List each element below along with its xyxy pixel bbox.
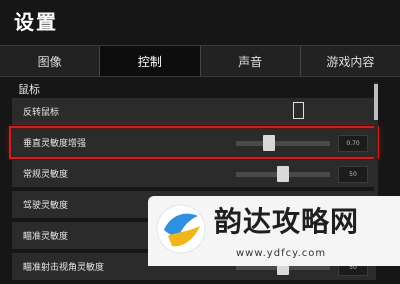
setting-label: 瞄准灵敏度	[23, 232, 69, 242]
scrollbar-thumb[interactable]	[374, 84, 378, 120]
watermark: 韵达攻略网 www.ydfcy.com	[148, 196, 400, 266]
section-title-mouse: 鼠标	[18, 83, 40, 96]
tab-sound[interactable]: 声音	[201, 46, 301, 76]
invert-mouse-checkbox[interactable]	[293, 102, 304, 119]
setting-row-vertical-sensitivity: 垂直灵敏度增强 0.70	[9, 126, 379, 159]
slider-handle[interactable]	[277, 166, 289, 182]
watermark-text: 韵达攻略网	[214, 205, 360, 238]
tab-graphics[interactable]: 图像	[0, 46, 101, 76]
general-sensitivity-value: 50	[338, 166, 368, 183]
watermark-logo-icon	[156, 204, 206, 254]
vertical-sensitivity-value: 0.70	[338, 135, 368, 152]
tab-game-content[interactable]: 游戏内容	[301, 46, 400, 76]
page-title: 设置	[14, 10, 58, 34]
setting-label: 瞄准射击视角灵敏度	[23, 263, 105, 273]
settings-tabs: 图像 控制 声音 游戏内容	[0, 45, 400, 77]
setting-label: 反转鼠标	[23, 108, 60, 118]
setting-row-general-sensitivity: 常规灵敏度 50	[12, 160, 376, 187]
watermark-url: www.ydfcy.com	[236, 248, 327, 259]
setting-label: 驾驶灵敏度	[23, 201, 69, 211]
vertical-sensitivity-slider[interactable]	[236, 135, 330, 151]
setting-row-invert-mouse: 反转鼠标	[12, 98, 376, 125]
setting-label: 垂直灵敏度增强	[23, 139, 87, 149]
setting-label: 常规灵敏度	[23, 170, 69, 180]
slider-handle[interactable]	[262, 135, 275, 151]
tab-controls[interactable]: 控制	[100, 46, 201, 76]
general-sensitivity-slider[interactable]	[236, 166, 330, 182]
